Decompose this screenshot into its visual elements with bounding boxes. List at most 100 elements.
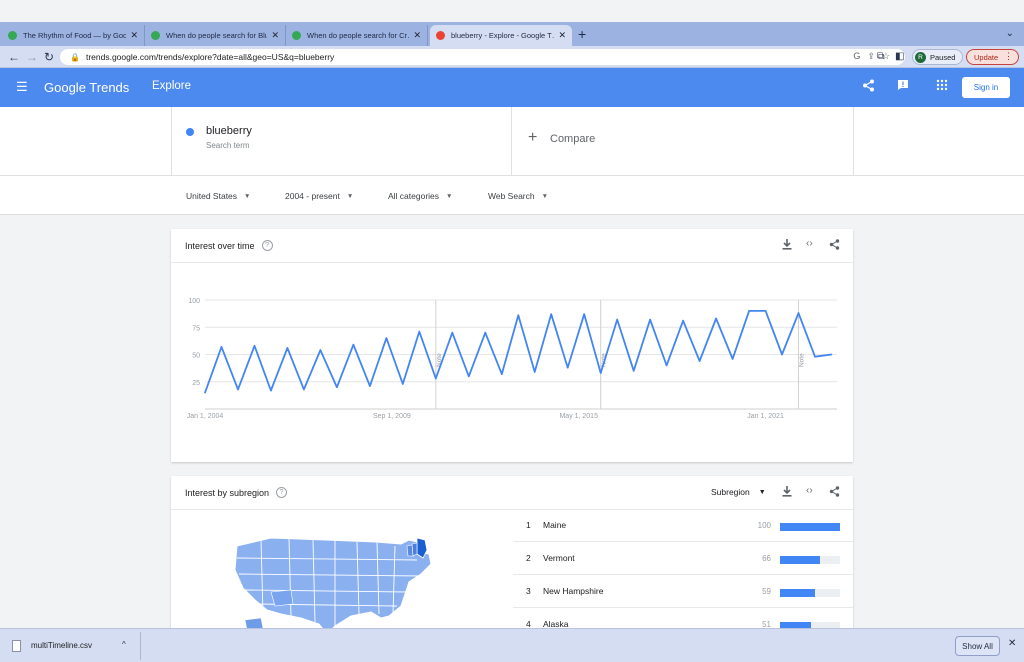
close-tab-icon[interactable]: ✕ (130, 30, 138, 41)
search-term-card[interactable]: blueberry Search term (171, 107, 512, 176)
period-filter-value: 2004 - present (285, 191, 340, 201)
data-point (616, 318, 618, 321)
dropdown-caret-icon: ▼ (541, 192, 549, 200)
filter-bar: United States ▼ 2004 - present ▼ All categ… (0, 176, 1024, 215)
search-term-name[interactable]: blueberry (206, 125, 252, 137)
forward-icon[interactable]: → (26, 50, 38, 64)
data-point (632, 370, 635, 372)
y-tick-label: 100 (188, 298, 200, 305)
share-icon[interactable] (829, 239, 840, 253)
data-point (336, 386, 338, 388)
show-all-button[interactable]: Show All (955, 636, 1000, 656)
x-tick-label: Jan 1, 2004 (187, 413, 224, 420)
favicon-icon (292, 31, 301, 40)
search-type-filter-value: Web Search (488, 191, 535, 201)
subregion-row-3[interactable]: 3 New Hampshire 59 (513, 575, 853, 608)
sign-in-button[interactable]: Sign in (962, 77, 1010, 98)
us-choropleth-map[interactable] (231, 534, 451, 634)
tab-title: When do people search for Blu… (166, 31, 268, 40)
share-icon[interactable] (829, 486, 840, 500)
browser-tab-1[interactable]: The Rhythm of Food — by Goo… ✕ (2, 25, 145, 46)
close-tab-icon[interactable]: ✕ (271, 30, 279, 41)
url-bar[interactable]: 🔒 trends.google.com/trends/explore?date=… (60, 49, 905, 65)
subregion-name: New Hampshire (543, 586, 604, 596)
back-icon[interactable]: ← (8, 50, 20, 64)
profile-paused-button[interactable]: R Paused (912, 49, 963, 65)
share-icon[interactable] (862, 79, 875, 95)
subregion-name: Vermont (543, 553, 575, 563)
interest-over-time-title: Interest over time (185, 240, 255, 251)
data-point (286, 347, 289, 349)
subregion-value: 100 (757, 521, 771, 530)
data-point (649, 318, 651, 321)
browser-tab-bar: The Rhythm of Food — by Goo… ✕ When do p… (0, 22, 1024, 46)
data-point (698, 360, 701, 362)
hamburger-menu-icon[interactable]: ☰ (16, 80, 28, 93)
compare-label: Compare (550, 133, 596, 145)
y-tick-label: 75 (192, 325, 200, 332)
subregion-dropdown[interactable]: Subregion ▼ (711, 487, 766, 497)
data-point (665, 364, 668, 367)
download-icon[interactable] (782, 239, 792, 253)
tab-title: blueberry - Explore - Google T… (451, 31, 555, 40)
apps-grid-icon[interactable] (936, 79, 948, 94)
screen: The Rhythm of Food — by Goo… ✕ When do p… (0, 0, 1024, 662)
data-point (319, 349, 322, 351)
help-icon[interactable]: ? (276, 487, 288, 498)
app-header: ☰ Google Trends Explore Sign in (0, 68, 1024, 107)
omnibox-action-icons[interactable]: G⇪☆ (853, 51, 897, 62)
subregion-bar-track (780, 589, 840, 597)
close-tab-icon[interactable]: ✕ (413, 30, 421, 41)
lock-icon[interactable]: 🔒 (70, 53, 80, 62)
region-filter-value: United States (186, 191, 238, 201)
browser-tab-3[interactable]: When do people search for Cr… ✕ (286, 25, 428, 46)
data-point (418, 330, 421, 333)
subregion-row-2[interactable]: 2 Vermont 66 (513, 542, 853, 575)
profile-avatar: R (915, 51, 926, 63)
side-panel-icon[interactable]: ◧ (895, 51, 904, 62)
data-point (385, 337, 388, 339)
browser-tab-4-active[interactable]: blueberry - Explore - Google T… ✕ (430, 25, 572, 46)
extensions-icon[interactable]: ⧉ (877, 51, 884, 62)
region-filter[interactable]: United States ▼ (186, 191, 250, 201)
favicon-icon (436, 31, 445, 40)
interest-over-time-chart: 100 75 50 25 Jan 1, 2004 Sep 1, 2009 May 1, 20… (187, 298, 837, 420)
new-tab-icon[interactable]: + (578, 26, 586, 42)
feedback-icon[interactable] (897, 79, 909, 94)
subregion-bar-track (780, 523, 840, 531)
compare-card[interactable]: + Compare (512, 107, 854, 176)
close-icon[interactable]: ✕ (1008, 638, 1016, 649)
data-point (435, 377, 437, 380)
download-file-name[interactable]: multiTimeline.csv (31, 641, 92, 650)
subregion-row-1[interactable]: 1 Maine 100 (513, 509, 853, 542)
download-icon[interactable] (782, 486, 792, 500)
card-title: Interest by subregion ? (185, 487, 288, 498)
update-button[interactable]: Update ⋮ (966, 49, 1019, 65)
embed-code-icon[interactable]: ‹› (806, 238, 813, 249)
data-point (484, 331, 487, 334)
interest-by-subregion-card: Interest by subregion ? Subregion ▼ ‹› 1… (171, 476, 853, 641)
reload-icon[interactable]: ↻ (44, 50, 54, 64)
subregion-name: Maine (543, 520, 567, 530)
data-point (467, 375, 470, 378)
help-icon[interactable]: ? (261, 240, 273, 251)
period-filter[interactable]: 2004 - present ▼ (285, 191, 353, 201)
embed-code-icon[interactable]: ‹› (806, 485, 813, 496)
favicon-icon (8, 31, 17, 40)
close-tab-icon[interactable]: ✕ (558, 30, 566, 41)
category-filter[interactable]: All categories ▼ (388, 191, 452, 201)
search-type-filter[interactable]: Web Search ▼ (488, 191, 548, 201)
data-point (748, 310, 750, 312)
data-point (550, 313, 553, 315)
x-tick-label: Jan 1, 2021 (747, 413, 784, 420)
tab-title: When do people search for Cr… (307, 31, 410, 40)
tab-search-chevron-icon[interactable]: ⌄ (1006, 28, 1014, 39)
chevron-up-icon[interactable]: ^ (122, 640, 126, 649)
data-point (253, 344, 256, 347)
google-trends-logo[interactable]: Google Trends (44, 80, 129, 95)
browser-tab-2[interactable]: When do people search for Blu… ✕ (145, 25, 286, 46)
search-term-subtitle: Search term (206, 141, 250, 150)
subregion-rank: 1 (526, 520, 531, 530)
data-point (814, 355, 816, 358)
address-toolbar: ← → ↻ 🔒 trends.google.com/trends/explore… (0, 46, 1024, 68)
